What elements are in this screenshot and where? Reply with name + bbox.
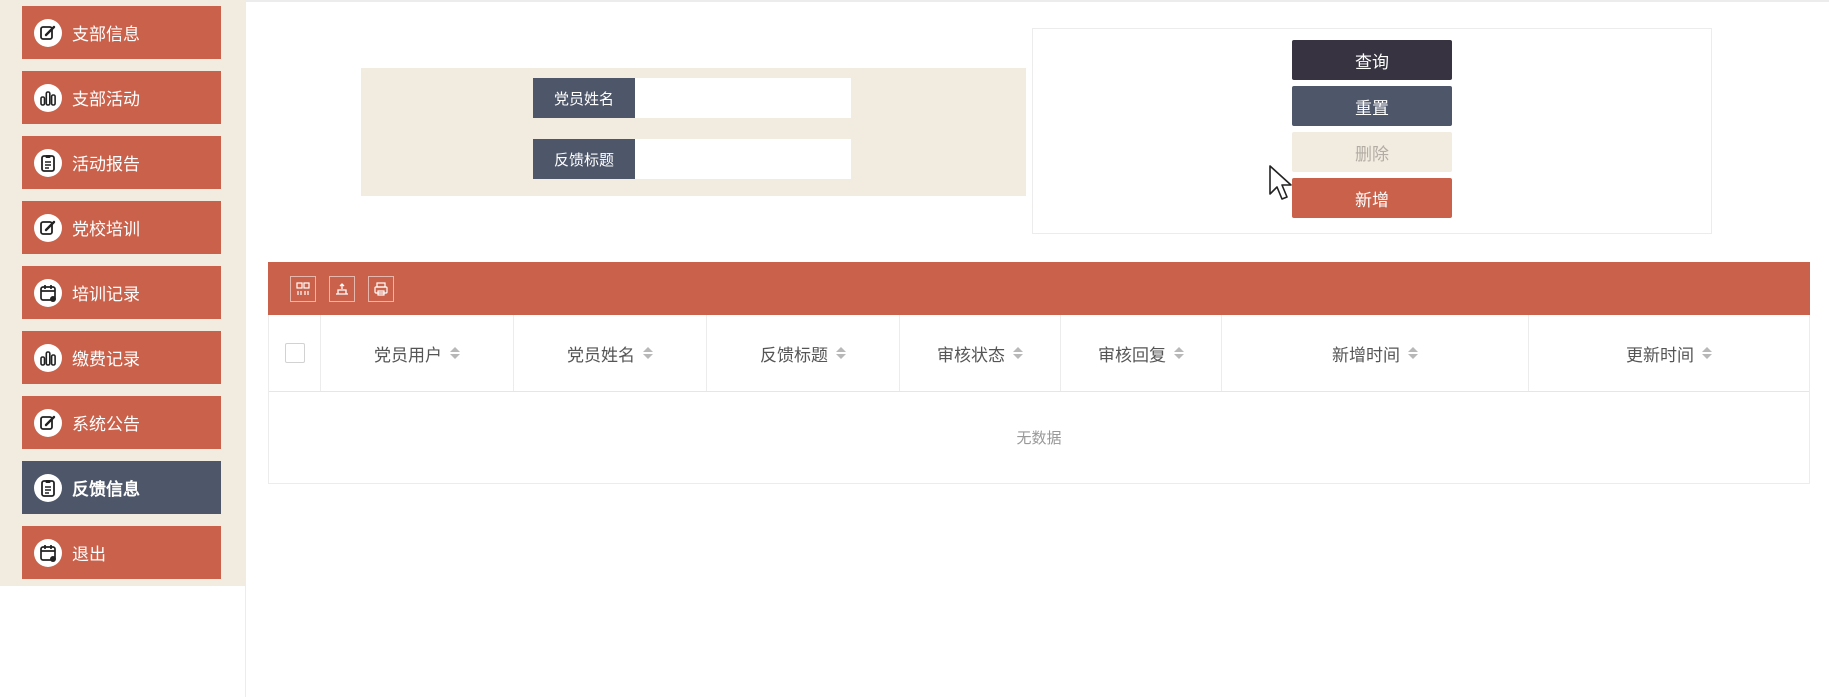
column-header-label: 反馈标题 <box>760 345 828 366</box>
sort-icon[interactable] <box>643 347 653 359</box>
sidebar-item-feedback[interactable]: 反馈信息 <box>22 461 221 514</box>
export-icon[interactable] <box>329 276 355 302</box>
sidebar-item-logout[interactable]: 退出 <box>22 526 221 579</box>
column-header-label: 党员用户 <box>374 345 442 366</box>
column-header-label: 审核状态 <box>937 345 1005 366</box>
column-header-label: 新增时间 <box>1332 345 1400 366</box>
top-border <box>0 0 1829 2</box>
search-panel: 党员姓名 反馈标题 <box>361 68 1026 196</box>
sidebar-item-branch-info[interactable]: 支部信息 <box>22 6 221 59</box>
clipboard-icon <box>34 148 62 177</box>
select-all-checkbox[interactable] <box>284 343 305 363</box>
column-header-feedback-title[interactable]: 反馈标题 <box>707 315 900 391</box>
mouse-cursor-icon <box>1269 165 1292 200</box>
feedback-title-label: 反馈标题 <box>533 139 635 179</box>
column-header-review-status[interactable]: 审核状态 <box>900 315 1061 391</box>
calendar-icon <box>34 278 62 307</box>
column-header-updated-time[interactable]: 更新时间 <box>1529 315 1809 391</box>
bar-chart-icon <box>34 343 62 372</box>
edit-icon <box>34 213 62 242</box>
table-toolbar <box>268 262 1810 315</box>
sidebar-item-label: 培训记录 <box>72 285 140 305</box>
sort-icon[interactable] <box>450 347 460 359</box>
sort-icon[interactable] <box>1013 347 1023 359</box>
query-button[interactable]: 查询 <box>1292 40 1452 80</box>
add-button[interactable]: 新增 <box>1292 178 1452 218</box>
sidebar-item-activity-report[interactable]: 活动报告 <box>22 136 221 189</box>
sidebar-divider <box>245 0 246 697</box>
edit-icon <box>34 408 62 437</box>
sort-icon[interactable] <box>1174 347 1184 359</box>
header-select-cell <box>269 315 321 391</box>
sidebar-item-party-school-training[interactable]: 党校培训 <box>22 201 221 254</box>
column-header-label: 审核回复 <box>1098 345 1166 366</box>
column-header-member-user[interactable]: 党员用户 <box>321 315 514 391</box>
edit-icon <box>34 18 62 47</box>
clipboard-icon <box>34 473 62 502</box>
feedback-title-input[interactable] <box>635 139 851 179</box>
sidebar: 支部信息 支部活动 活动报告 党校培训 培训记录 缴费记录 系统公告 反馈信息 … <box>0 0 245 586</box>
empty-state-text: 无数据 <box>1016 429 1062 447</box>
calendar-icon <box>34 538 62 567</box>
sidebar-item-payment-records[interactable]: 缴费记录 <box>22 331 221 384</box>
sidebar-item-label: 反馈信息 <box>72 480 140 500</box>
sidebar-item-label: 退出 <box>72 545 106 565</box>
data-table: 党员用户 党员姓名 反馈标题 审核状态 审核回复 新增时间 更新时间 无数据 <box>268 315 1810 484</box>
sort-icon[interactable] <box>1408 347 1418 359</box>
sidebar-item-branch-activity[interactable]: 支部活动 <box>22 71 221 124</box>
column-header-created-time[interactable]: 新增时间 <box>1222 315 1529 391</box>
columns-icon[interactable] <box>290 276 316 302</box>
sidebar-item-label: 系统公告 <box>72 415 140 435</box>
table-header: 党员用户 党员姓名 反馈标题 审核状态 审核回复 新增时间 更新时间 <box>269 315 1809 392</box>
column-header-member-name[interactable]: 党员姓名 <box>514 315 707 391</box>
sort-icon[interactable] <box>1702 347 1712 359</box>
sidebar-item-label: 党校培训 <box>72 220 140 240</box>
member-name-label: 党员姓名 <box>533 78 635 118</box>
column-header-label: 更新时间 <box>1626 345 1694 366</box>
sidebar-item-label: 支部信息 <box>72 25 140 45</box>
reset-button[interactable]: 重置 <box>1292 86 1452 126</box>
delete-button[interactable]: 删除 <box>1292 132 1452 172</box>
sidebar-item-system-notice[interactable]: 系统公告 <box>22 396 221 449</box>
action-panel: 查询 重置 删除 新增 <box>1032 28 1712 234</box>
sort-icon[interactable] <box>836 347 846 359</box>
bar-chart-icon <box>34 83 62 112</box>
column-header-label: 党员姓名 <box>567 345 635 366</box>
sidebar-item-training-records[interactable]: 培训记录 <box>22 266 221 319</box>
column-header-review-reply[interactable]: 审核回复 <box>1061 315 1222 391</box>
sidebar-item-label: 支部活动 <box>72 90 140 110</box>
member-name-input[interactable] <box>635 78 851 118</box>
sidebar-item-label: 缴费记录 <box>72 350 140 370</box>
print-icon[interactable] <box>368 276 394 302</box>
sidebar-item-label: 活动报告 <box>72 155 140 175</box>
